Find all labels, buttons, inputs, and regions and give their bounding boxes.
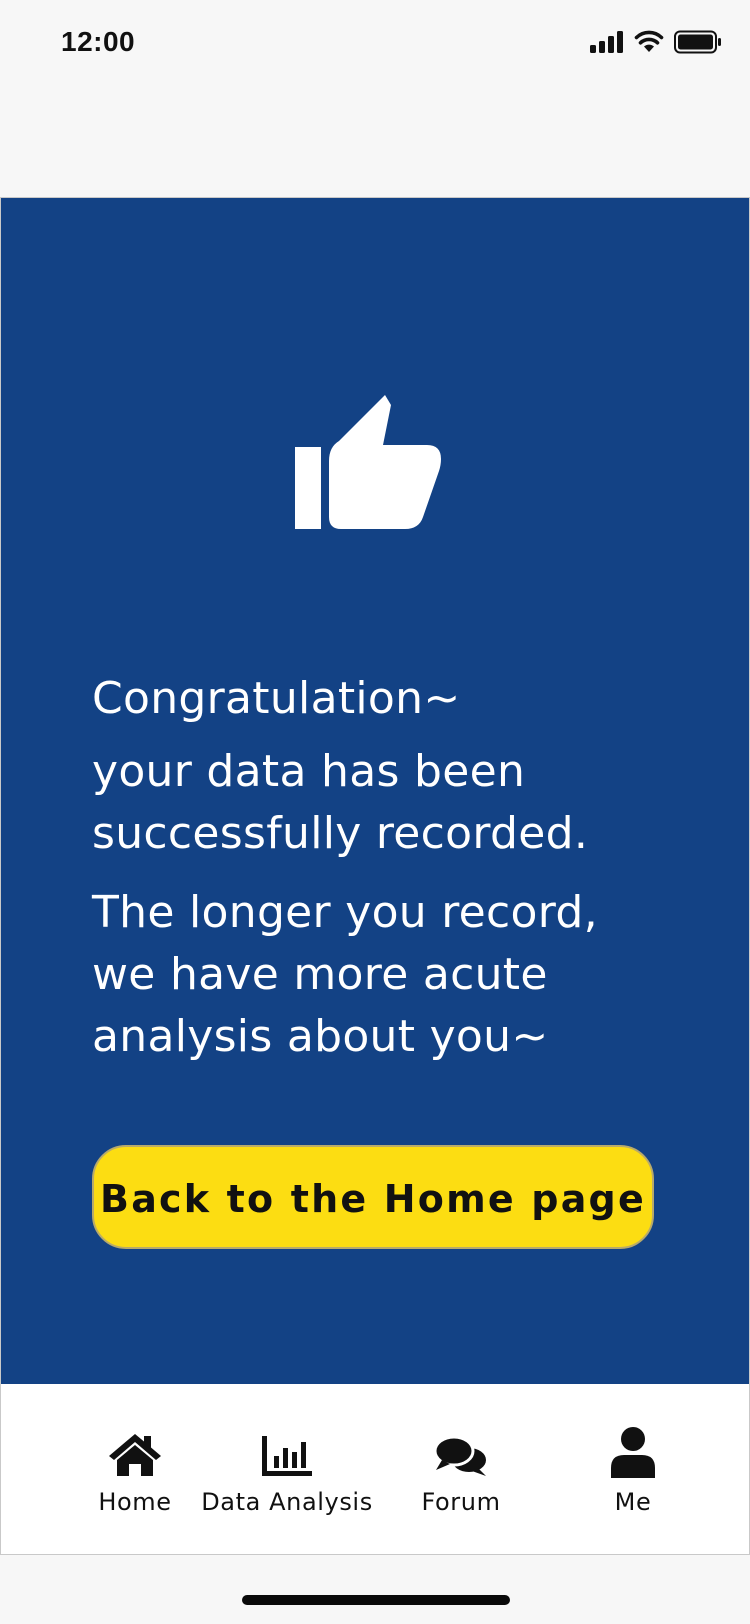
- tab-label-home: Home: [98, 1488, 172, 1516]
- tab-label-forum: Forum: [421, 1488, 501, 1516]
- tab-home[interactable]: Home: [65, 1384, 205, 1554]
- status-bar: 12:00: [0, 0, 750, 90]
- tab-label-me: Me: [614, 1488, 652, 1516]
- tab-label-data-analysis: Data Analysis: [201, 1488, 373, 1516]
- chat-bubbles-icon: [429, 1422, 493, 1478]
- tab-me[interactable]: Me: [563, 1384, 703, 1554]
- tab-forum[interactable]: Forum: [391, 1384, 531, 1554]
- signal-icon: [590, 31, 623, 53]
- battery-icon: [674, 30, 721, 54]
- wifi-icon: [634, 30, 664, 52]
- tab-data-analysis[interactable]: Data Analysis: [201, 1384, 373, 1554]
- data-recorded-text: your data has been successfully recorded…: [92, 746, 589, 859]
- status-time: 12:00: [61, 26, 136, 57]
- bar-chart-icon: [255, 1422, 319, 1478]
- user-icon: [601, 1422, 665, 1478]
- back-to-home-button[interactable]: Back to the Home page: [92, 1145, 654, 1249]
- thumbs-up-icon: [295, 395, 441, 529]
- status-icons: [590, 30, 722, 54]
- home-icon: [103, 1422, 167, 1478]
- congratulation-text: Congratulation~: [92, 673, 461, 724]
- analysis-note-text: The longer you record, we have more acut…: [92, 887, 598, 1062]
- home-indicator[interactable]: [242, 1595, 510, 1605]
- bottom-tab-bar: Home Data Analysis Forum Me: [0, 1384, 750, 1555]
